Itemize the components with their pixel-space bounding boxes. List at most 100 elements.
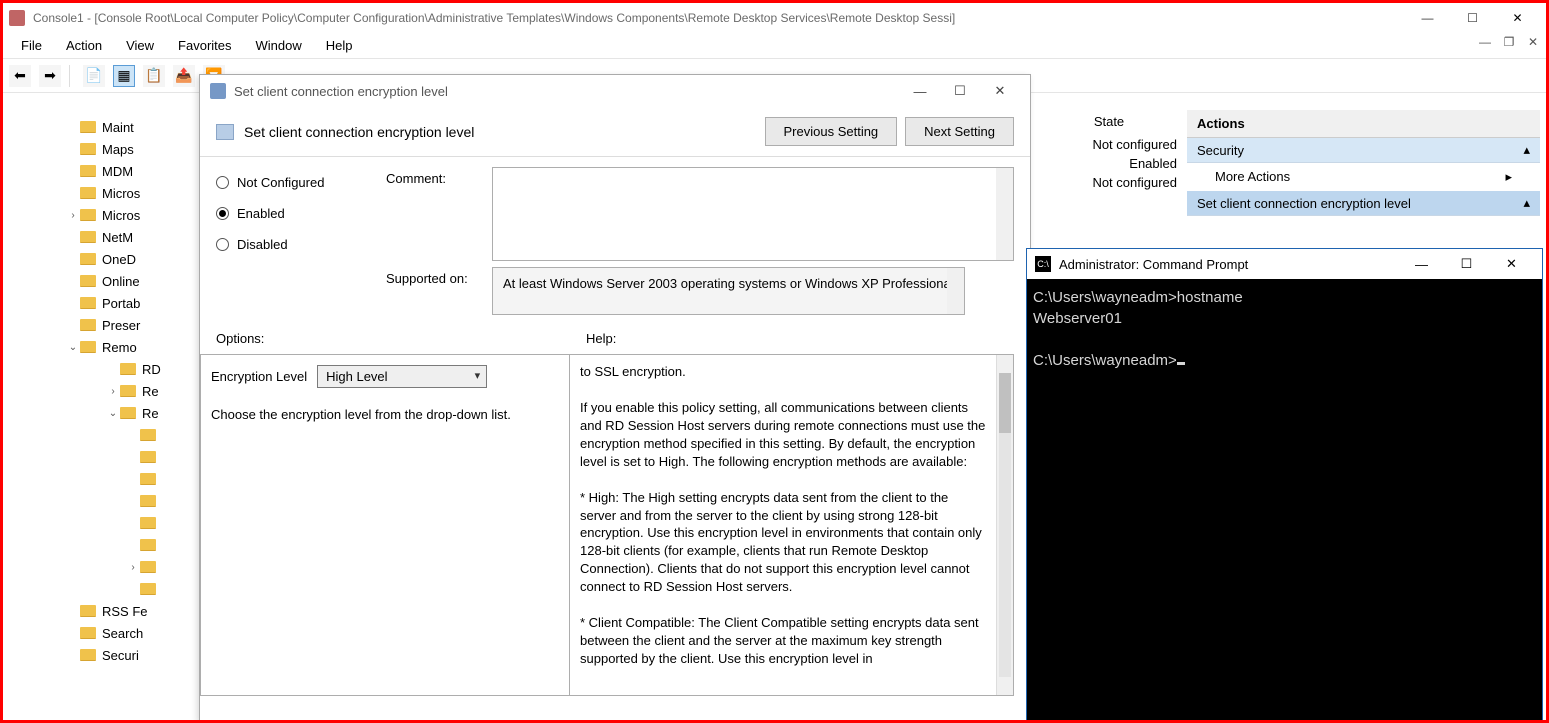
tree-item[interactable]: NetM: [6, 226, 196, 248]
tree-item[interactable]: ›Micros: [6, 204, 196, 226]
tree-item[interactable]: Search: [6, 622, 196, 644]
tree-label: RD: [142, 362, 161, 377]
radio-not-configured[interactable]: Not Configured: [216, 167, 366, 198]
menu-action[interactable]: Action: [54, 33, 114, 58]
next-setting-button[interactable]: Next Setting: [905, 117, 1014, 146]
folder-icon: [140, 495, 156, 507]
tree-item[interactable]: Maint: [6, 116, 196, 138]
show-tree-button[interactable]: ▦: [113, 65, 135, 87]
cmd-minimize-button[interactable]: —: [1399, 257, 1444, 272]
tree-item[interactable]: [6, 468, 196, 490]
tree-item[interactable]: [6, 490, 196, 512]
scrollbar[interactable]: [996, 168, 1013, 260]
scrollbar-thumb[interactable]: [999, 373, 1011, 433]
scrollbar[interactable]: [996, 355, 1013, 695]
tree-label: RSS Fe: [102, 604, 148, 619]
minimize-button[interactable]: —: [1405, 4, 1450, 32]
folder-icon: [80, 341, 96, 353]
expander-icon[interactable]: ›: [126, 562, 140, 573]
forward-button[interactable]: ➡: [39, 65, 61, 87]
folder-icon: [120, 363, 136, 375]
radio-enabled[interactable]: Enabled: [216, 198, 366, 229]
dialog-minimize-button[interactable]: —: [900, 84, 940, 99]
tree-label: Portab: [102, 296, 140, 311]
tree-label: Search: [102, 626, 143, 641]
cmd-close-button[interactable]: ✕: [1489, 256, 1534, 272]
menu-favorites[interactable]: Favorites: [166, 33, 243, 58]
up-button[interactable]: 📄: [83, 65, 105, 87]
mdi-restore[interactable]: ❐: [1500, 35, 1518, 49]
tree-item[interactable]: OneD: [6, 248, 196, 270]
tree-item[interactable]: RSS Fe: [6, 600, 196, 622]
folder-icon: [140, 517, 156, 529]
expander-icon[interactable]: ›: [66, 210, 80, 221]
tree-label: Micros: [102, 186, 140, 201]
folder-icon: [80, 297, 96, 309]
state-row[interactable]: Not configured: [1031, 173, 1187, 192]
actions-group-security[interactable]: Security ▴: [1187, 138, 1540, 163]
close-button[interactable]: ✕: [1495, 4, 1540, 32]
tree-label: NetM: [102, 230, 133, 245]
help-text: to SSL encryption. If you enable this po…: [580, 363, 987, 668]
tree-item[interactable]: Portab: [6, 292, 196, 314]
tree-item[interactable]: [6, 446, 196, 468]
menu-window[interactable]: Window: [244, 33, 314, 58]
mmc-icon: [9, 10, 25, 26]
tree-item[interactable]: [6, 578, 196, 600]
previous-setting-button[interactable]: Previous Setting: [765, 117, 898, 146]
expander-icon[interactable]: ⌄: [106, 408, 120, 419]
tree-label: Preser: [102, 318, 140, 333]
folder-icon: [120, 407, 136, 419]
window-title: Console1 - [Console Root\Local Computer …: [33, 11, 955, 25]
mdi-minimize[interactable]: —: [1476, 35, 1494, 49]
tree-item[interactable]: Online: [6, 270, 196, 292]
tree-item[interactable]: Micros: [6, 182, 196, 204]
tree-item[interactable]: MDM: [6, 160, 196, 182]
expander-icon[interactable]: ›: [106, 386, 120, 397]
tree-item[interactable]: Maps: [6, 138, 196, 160]
folder-icon: [80, 121, 96, 133]
tree-label: Maint: [102, 120, 134, 135]
tree-item[interactable]: Preser: [6, 314, 196, 336]
scrollbar[interactable]: [947, 268, 964, 314]
cmd-terminal[interactable]: C:\Users\wayneadm>hostname Webserver01 C…: [1027, 279, 1542, 379]
chevron-right-icon: ▸: [1505, 169, 1512, 185]
tree-item[interactable]: ⌄Remo: [6, 336, 196, 358]
export-button[interactable]: 📤: [173, 65, 195, 87]
tree-pane[interactable]: Maint MapsMDM Micros ›Micros NetM OneDOnline P…: [6, 96, 196, 717]
actions-group-setting[interactable]: Set client connection encryption level ▴: [1187, 191, 1540, 216]
menu-file[interactable]: File: [9, 33, 54, 58]
tree-item[interactable]: RD: [6, 358, 196, 380]
folder-icon: [120, 385, 136, 397]
action-more-actions[interactable]: More Actions ▸: [1187, 163, 1540, 191]
policy-icon: [210, 83, 226, 99]
dialog-close-button[interactable]: ✕: [980, 83, 1020, 99]
folder-icon: [80, 165, 96, 177]
mdi-close[interactable]: ✕: [1524, 35, 1542, 49]
menu-view[interactable]: View: [114, 33, 166, 58]
expander-icon[interactable]: ⌄: [66, 342, 80, 353]
dialog-maximize-button[interactable]: ☐: [940, 83, 980, 99]
policy-dialog: Set client connection encryption level —…: [199, 74, 1031, 721]
state-row[interactable]: Not configured: [1031, 135, 1187, 154]
tree-item[interactable]: [6, 424, 196, 446]
comment-textarea[interactable]: [492, 167, 1014, 261]
back-button[interactable]: ⬅: [9, 65, 31, 87]
radio-label: Not Configured: [237, 175, 324, 190]
tree-item[interactable]: ›Re: [6, 380, 196, 402]
state-row[interactable]: Enabled: [1031, 154, 1187, 173]
folder-icon: [80, 231, 96, 243]
tree-item[interactable]: [6, 534, 196, 556]
maximize-button[interactable]: ☐: [1450, 4, 1495, 32]
tree-label: Securi: [102, 648, 139, 663]
cmd-maximize-button[interactable]: ☐: [1444, 256, 1489, 272]
menu-help[interactable]: Help: [314, 33, 365, 58]
properties-button[interactable]: 📋: [143, 65, 165, 87]
encryption-level-select[interactable]: High Level: [317, 365, 487, 388]
tree-item[interactable]: Securi: [6, 644, 196, 666]
tree-item[interactable]: ›: [6, 556, 196, 578]
radio-disabled[interactable]: Disabled: [216, 229, 366, 260]
tree-item[interactable]: [6, 512, 196, 534]
actions-header: Actions: [1187, 110, 1540, 138]
tree-item[interactable]: ⌄Re: [6, 402, 196, 424]
